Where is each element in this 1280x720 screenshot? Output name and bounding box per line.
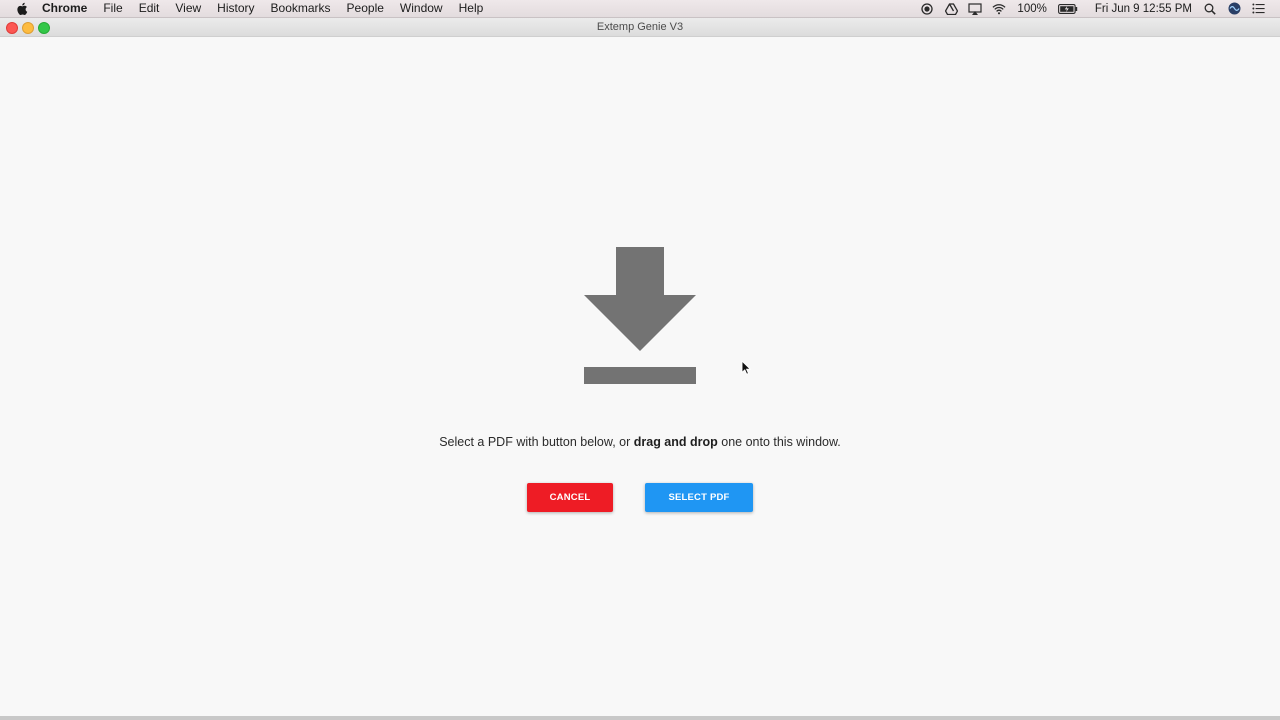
menu-file[interactable]: File [95,0,130,17]
close-window-button[interactable] [6,22,18,34]
airplay-icon[interactable] [968,2,983,16]
spotlight-search-icon[interactable] [1203,2,1217,16]
wifi-icon[interactable] [992,2,1006,16]
minimize-window-button[interactable] [22,22,34,34]
instruction-suffix: one onto this window. [717,435,841,449]
battery-percent: 100% [1017,2,1047,15]
menu-bar: Chrome File Edit View History Bookmarks … [0,0,1280,18]
menu-bookmarks[interactable]: Bookmarks [263,0,339,17]
drop-zone[interactable]: Select a PDF with button below, or drag … [0,37,1280,716]
record-icon[interactable] [920,2,934,16]
menu-edit[interactable]: Edit [131,0,168,17]
download-icon [584,247,696,384]
window-title: Extemp Genie V3 [596,21,684,33]
instruction-text: Select a PDF with button below, or drag … [0,435,1280,449]
menu-help[interactable]: Help [451,0,492,17]
siri-icon[interactable] [1227,2,1241,16]
notification-center-icon[interactable] [1251,2,1265,16]
menu-history[interactable]: History [209,0,262,17]
maximize-window-button[interactable] [38,22,50,34]
window-bottom-edge [0,716,1280,720]
cancel-button[interactable]: CANCEL [527,483,613,512]
clock[interactable]: Fri Jun 9 12:55 PM [1089,3,1198,15]
window-titlebar[interactable]: Extemp Genie V3 [0,18,1280,37]
instruction-prefix: Select a PDF with button below, or [439,435,634,449]
apple-icon[interactable] [14,1,30,17]
menu-people[interactable]: People [339,0,392,17]
menu-view[interactable]: View [167,0,209,17]
menu-window[interactable]: Window [392,0,451,17]
menu-app-name[interactable]: Chrome [34,0,95,17]
drive-icon[interactable] [944,2,958,16]
battery-icon[interactable] [1057,2,1078,16]
select-pdf-button[interactable]: SELECT PDF [645,483,753,512]
instruction-emphasis: drag and drop [633,435,718,449]
mouse-cursor-icon [741,360,751,375]
